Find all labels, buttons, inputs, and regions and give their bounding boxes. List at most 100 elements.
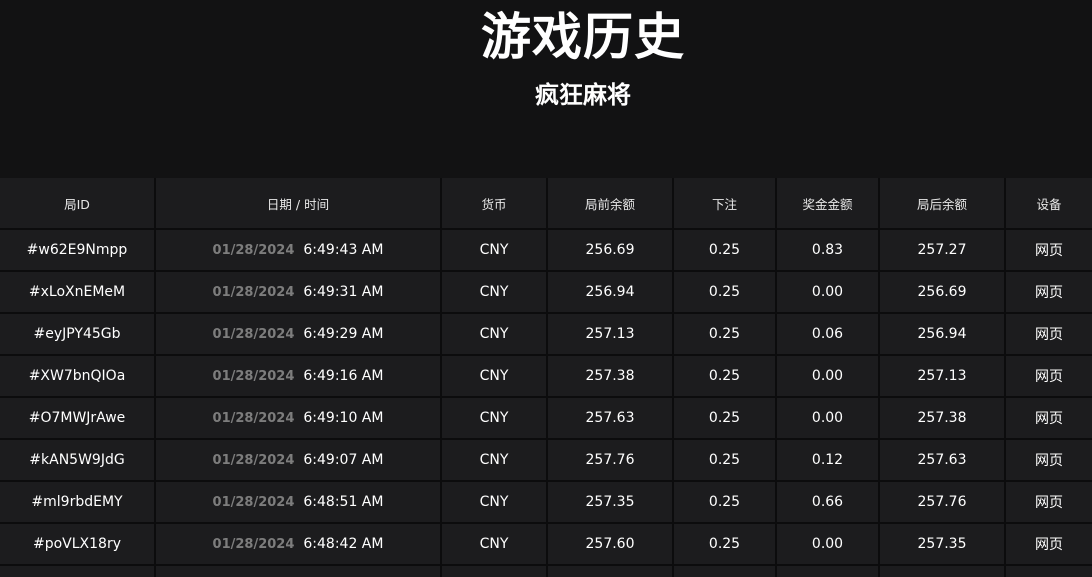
device-cell: 网页	[1035, 243, 1063, 259]
table-row: #xLoXnEMeM 01/28/2024 6:49:31 AM CNY 256.94 0…	[0, 272, 1092, 314]
header-win: 奖金金额	[777, 178, 880, 228]
date-text: 01/28/2024	[212, 452, 295, 468]
round-id-cell: #xLoXnEMeM	[0, 272, 156, 312]
date-text: 01/28/2024	[212, 242, 295, 258]
bet-cell: 0.25	[674, 356, 777, 396]
bet-cell: 0.25	[674, 314, 777, 354]
table-row: #w62E9Nmpp 01/28/2024 6:49:43 AM CNY 256.69 0…	[0, 230, 1092, 272]
table-row: #eyJPY45Gb 01/28/2024 6:49:29 AM CNY 257.13 0…	[0, 314, 1092, 356]
device-cell: 网页	[1035, 369, 1063, 385]
balance-after-cell: 257.13	[880, 356, 1006, 396]
balance-after-cell: 257.35	[880, 524, 1006, 564]
device-cell: 网页	[1035, 495, 1063, 511]
bet-cell: 0.25	[674, 230, 777, 270]
page-title: 游戏历史	[481, 8, 685, 66]
currency-cell: CNY	[442, 440, 548, 480]
time-text: 6:49:07 AM	[303, 452, 384, 468]
header-device: 设备	[1036, 196, 1062, 212]
round-id-cell: #XW7bnQIOa	[0, 356, 156, 396]
time-text: 6:49:31 AM	[303, 284, 384, 300]
balance-after-cell: 257.63	[880, 440, 1006, 480]
win-cell: 0.00	[777, 272, 880, 312]
bet-cell: 0.25	[674, 524, 777, 564]
time-text: 6:49:43 AM	[303, 242, 384, 258]
header-currency: 货币	[442, 178, 548, 228]
balance-before-cell: 257.35	[548, 482, 674, 522]
win-cell: 0.06	[777, 314, 880, 354]
table-row: #poVLX18ry 01/28/2024 6:48:42 AM CNY 257.60 0…	[0, 524, 1092, 566]
currency-cell: CNY	[442, 314, 548, 354]
date-text: 01/28/2024	[212, 494, 295, 510]
balance-after-cell: 257.76	[880, 482, 1006, 522]
bet-cell: 0.25	[674, 272, 777, 312]
round-id-cell: #ml9rbdEMY	[0, 482, 156, 522]
datetime-cell: 01/28/2024 6:49:29 AM	[156, 314, 442, 354]
header-bet: 下注	[674, 178, 777, 228]
table-row: #ml9rbdEMY 01/28/2024 6:48:51 AM CNY 257.35 0…	[0, 482, 1092, 524]
datetime-cell: 01/28/2024 6:49:31 AM	[156, 272, 442, 312]
time-text: 6:48:42 AM	[303, 536, 384, 552]
header-datetime: 日期 / 时间	[156, 178, 442, 228]
header-balance-after: 局后余额	[880, 178, 1006, 228]
table-row: #kAN5W9JdG 01/28/2024 6:49:07 AM CNY 257.76 0…	[0, 440, 1092, 482]
balance-before-cell: 256.94	[548, 272, 674, 312]
balance-after-cell: 257.38	[880, 398, 1006, 438]
win-cell: 0.00	[777, 398, 880, 438]
balance-after-cell: 257.27	[880, 230, 1006, 270]
header-round-id: 局ID	[0, 178, 156, 228]
balance-after-cell: 256.69	[880, 272, 1006, 312]
device-cell: 网页	[1035, 285, 1063, 301]
device-cell: 网页	[1035, 411, 1063, 427]
currency-cell: CNY	[442, 230, 548, 270]
date-text: 01/28/2024	[212, 326, 295, 342]
device-cell: 网页	[1035, 453, 1063, 469]
date-text: 01/28/2024	[212, 536, 295, 552]
balance-before-cell: 257.60	[548, 524, 674, 564]
table-row-partial	[0, 566, 1092, 577]
device-cell: 网页	[1035, 327, 1063, 343]
table-row: #O7MWJrAwe 01/28/2024 6:49:10 AM CNY 257.63 0…	[0, 398, 1092, 440]
time-text: 6:48:51 AM	[303, 494, 384, 510]
round-id-cell: #w62E9Nmpp	[0, 230, 156, 270]
date-text: 01/28/2024	[212, 410, 295, 426]
game-history-page: 游戏历史 疯狂麻将 局ID 日期 / 时间 货币 局前余额 下注 奖金金额 局后…	[0, 0, 1092, 577]
time-text: 6:49:29 AM	[303, 326, 384, 342]
bet-cell: 0.25	[674, 482, 777, 522]
datetime-cell: 01/28/2024 6:48:42 AM	[156, 524, 442, 564]
round-id-cell: #O7MWJrAwe	[0, 398, 156, 438]
bet-cell: 0.25	[674, 440, 777, 480]
win-cell: 0.66	[777, 482, 880, 522]
win-cell: 0.00	[777, 356, 880, 396]
win-cell: 0.83	[777, 230, 880, 270]
currency-cell: CNY	[442, 272, 548, 312]
table-header-row: 局ID 日期 / 时间 货币 局前余额 下注 奖金金额 局后余额 设备	[0, 178, 1092, 230]
round-id-cell: #poVLX18ry	[0, 524, 156, 564]
currency-cell: CNY	[442, 524, 548, 564]
balance-before-cell: 257.13	[548, 314, 674, 354]
balance-before-cell: 257.76	[548, 440, 674, 480]
time-text: 6:49:16 AM	[303, 368, 384, 384]
device-cell: 网页	[1035, 537, 1063, 553]
time-text: 6:49:10 AM	[303, 410, 384, 426]
table-body: #w62E9Nmpp 01/28/2024 6:49:43 AM CNY 256.69 0…	[0, 230, 1092, 566]
datetime-cell: 01/28/2024 6:49:43 AM	[156, 230, 442, 270]
currency-cell: CNY	[442, 398, 548, 438]
balance-after-cell: 256.94	[880, 314, 1006, 354]
currency-cell: CNY	[442, 356, 548, 396]
win-cell: 0.12	[777, 440, 880, 480]
table-row: #XW7bnQIOa 01/28/2024 6:49:16 AM CNY 257.38 0…	[0, 356, 1092, 398]
datetime-cell: 01/28/2024 6:49:16 AM	[156, 356, 442, 396]
datetime-cell: 01/28/2024 6:49:07 AM	[156, 440, 442, 480]
date-text: 01/28/2024	[212, 284, 295, 300]
win-cell: 0.00	[777, 524, 880, 564]
balance-before-cell: 257.38	[548, 356, 674, 396]
datetime-cell: 01/28/2024 6:49:10 AM	[156, 398, 442, 438]
balance-before-cell: 256.69	[548, 230, 674, 270]
balance-before-cell: 257.63	[548, 398, 674, 438]
bet-cell: 0.25	[674, 398, 777, 438]
currency-cell: CNY	[442, 482, 548, 522]
round-id-cell: #eyJPY45Gb	[0, 314, 156, 354]
date-text: 01/28/2024	[212, 368, 295, 384]
history-table: 局ID 日期 / 时间 货币 局前余额 下注 奖金金额 局后余额 设备 #w62…	[0, 178, 1092, 577]
game-name: 疯狂麻将	[535, 81, 631, 109]
